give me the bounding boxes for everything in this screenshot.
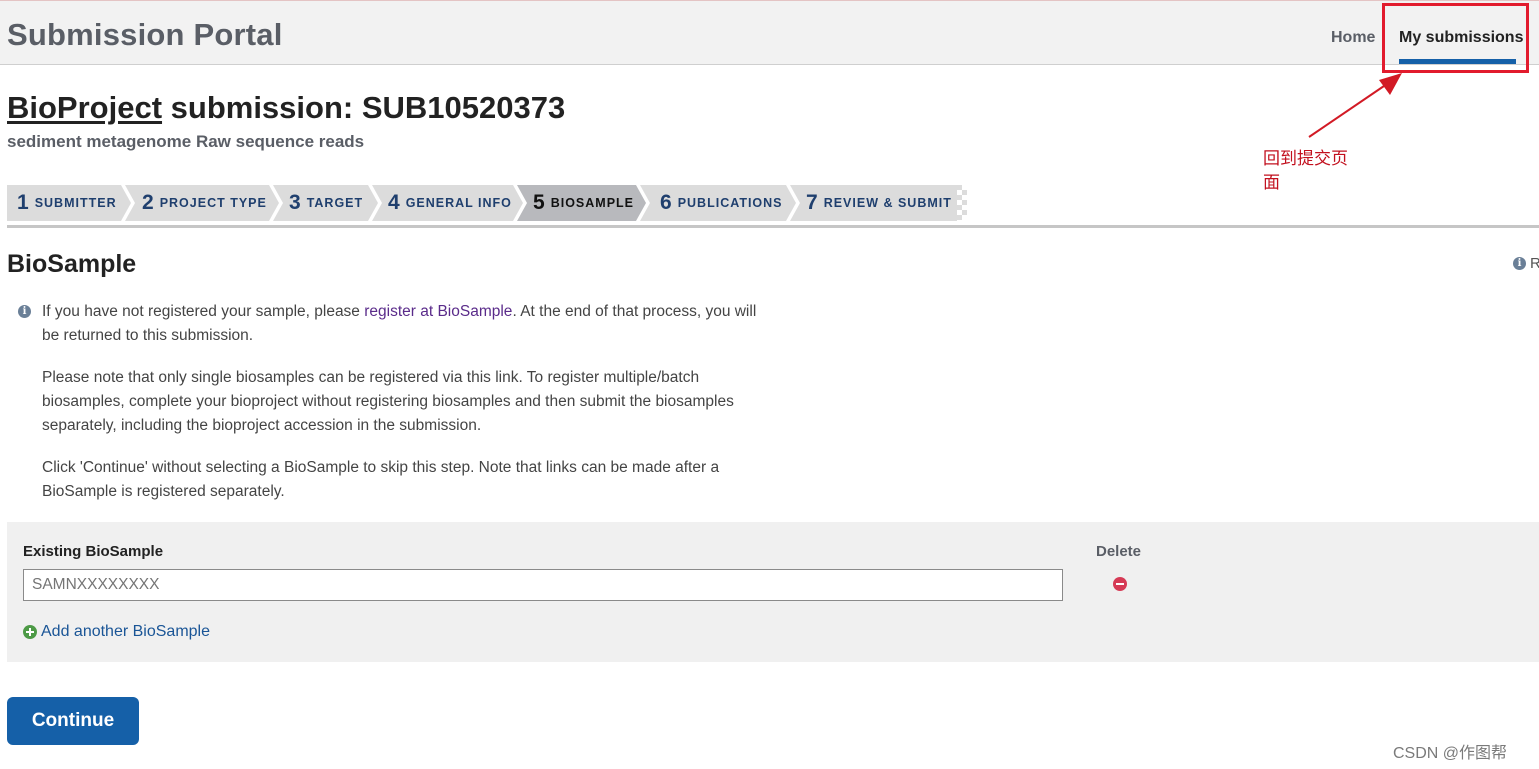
biosample-panel: Existing BioSample Delete Add another Bi… — [7, 522, 1539, 662]
delete-label: Delete — [1096, 543, 1142, 560]
step-review-submit[interactable]: 7 REVIEW & SUBMIT — [806, 185, 952, 221]
info-icon: i — [1513, 257, 1526, 270]
step-biosample[interactable]: 5 BIOSAMPLE — [533, 185, 634, 221]
section-title: BioSample — [7, 250, 137, 278]
page-title-rest: submission: SUB10520373 — [162, 90, 566, 125]
step-publications[interactable]: 6 PUBLICATIONS — [660, 185, 783, 221]
continue-button[interactable]: Continue — [7, 697, 139, 745]
bioproject-link[interactable]: BioProject — [7, 90, 162, 125]
help-info[interactable]: iR — [1513, 255, 1539, 272]
delete-icon[interactable] — [1113, 577, 1127, 591]
watermark: CSDN @作图帮 — [1393, 745, 1508, 762]
annotation-highlight-box — [1382, 3, 1529, 73]
info-icon: i — [18, 305, 31, 318]
nav-home-link[interactable]: Home — [1331, 29, 1375, 47]
project-subtitle: sediment metagenome Raw sequence reads — [7, 132, 365, 151]
step-target[interactable]: 3 TARGET — [289, 185, 363, 221]
plus-circle-icon — [23, 625, 37, 639]
page-title: BioProject submission: SUB10520373 — [7, 90, 565, 126]
portal-title: Submission Portal — [7, 17, 283, 52]
step-project-type[interactable]: 2 PROJECT TYPE — [142, 185, 267, 221]
annotation-text: 回到提交页面 — [1263, 149, 1348, 192]
top-bar: Submission Portal Home My submissions — [0, 0, 1539, 65]
register-biosample-link[interactable]: register at BioSample — [364, 303, 512, 320]
add-biosample-link[interactable]: Add another BioSample — [23, 623, 210, 641]
step-general-info[interactable]: 4 GENERAL INFO — [388, 185, 512, 221]
steps-divider — [7, 225, 1539, 228]
step-submitter[interactable]: 1 SUBMITTER — [17, 185, 117, 221]
info-paragraph-2: Please note that only single biosamples … — [42, 369, 734, 434]
biosample-input[interactable] — [23, 569, 1063, 601]
info-paragraph-3: Click 'Continue' without selecting a Bio… — [42, 459, 720, 500]
existing-biosample-label: Existing BioSample — [23, 543, 164, 560]
info-paragraph-1: If you have not registered your sample, … — [42, 303, 757, 344]
